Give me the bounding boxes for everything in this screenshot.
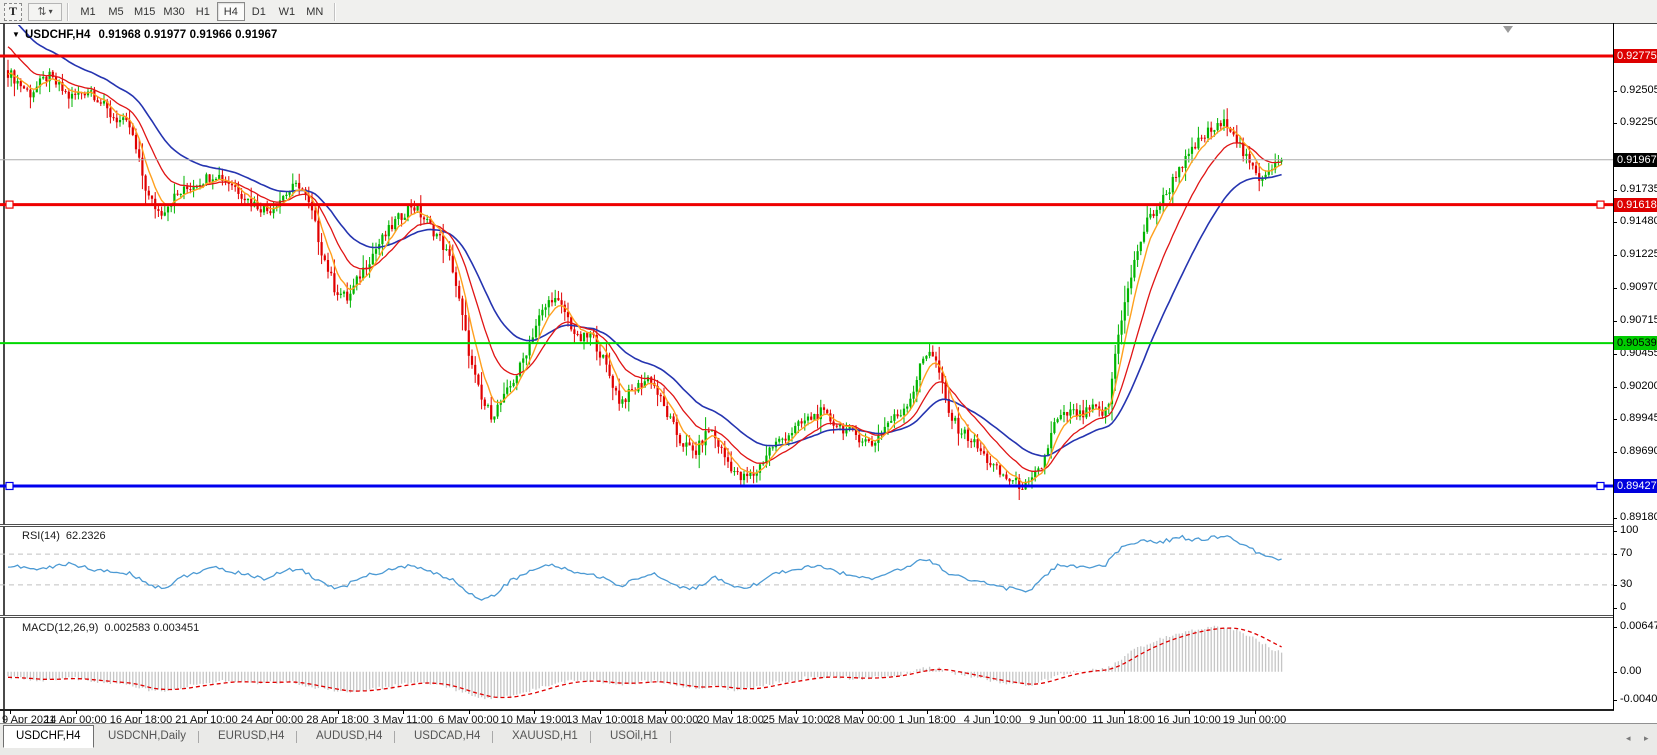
- chart-tab-xauusd-h1[interactable]: XAUUSD,H1: [500, 726, 590, 746]
- price-tick: [1613, 222, 1617, 223]
- timeframe-button-h1[interactable]: H1: [189, 2, 217, 21]
- chart-tab-audusd-h4[interactable]: AUDUSD,H4: [304, 726, 394, 746]
- level-price-badge: 0.89427: [1614, 479, 1657, 493]
- chart-window-border-top: [0, 23, 1657, 24]
- price-tick-label: 0.92505: [1620, 84, 1657, 96]
- sort-arrows-icon: ⇅: [37, 7, 46, 17]
- price-tick: [1613, 419, 1617, 420]
- macd-axis-tick: [1613, 672, 1617, 673]
- rsi-axis-label: 30: [1620, 578, 1632, 590]
- price-tick-label: 0.90970: [1620, 281, 1657, 293]
- price-tick: [1613, 255, 1617, 256]
- rsi-indicator-label: RSI(14) 62.2326: [22, 530, 106, 542]
- rsi-axis-tick: [1613, 554, 1617, 555]
- rsi-axis-tick: [1613, 531, 1617, 532]
- price-chart-canvas[interactable]: [0, 25, 1613, 524]
- level-price-badge: 0.91618: [1614, 198, 1657, 212]
- tab-separator: [590, 731, 591, 743]
- tab-scroll-left-button[interactable]: ◂: [1626, 733, 1631, 744]
- macd-indicator-label: MACD(12,26,9) 0.002583 0.003451: [22, 622, 199, 634]
- text-tool-button[interactable]: T: [4, 3, 22, 21]
- timeframe-button-w1[interactable]: W1: [273, 2, 301, 21]
- timeframe-button-m5[interactable]: M5: [102, 2, 130, 21]
- chart-tab-usdchf-h4[interactable]: USDCHF,H4: [3, 725, 94, 748]
- price-tick-label: 0.90715: [1620, 314, 1657, 326]
- price-tick-label: 0.89690: [1620, 445, 1657, 457]
- price-tick: [1613, 518, 1617, 519]
- rsi-canvas[interactable]: [0, 527, 1613, 615]
- chart-tab-usdcad-h4[interactable]: USDCAD,H4: [402, 726, 492, 746]
- tab-separator: [492, 731, 493, 743]
- chart-ohlc-values: 0.91968 0.91977 0.91966 0.91967: [98, 29, 277, 41]
- tab-separator: [198, 731, 199, 743]
- macd-axis-tick: [1613, 627, 1617, 628]
- rsi-axis-label: 0: [1620, 601, 1626, 613]
- price-tick-label: 0.92250: [1620, 116, 1657, 128]
- rsi-value: 62.2326: [66, 530, 106, 542]
- price-tick-label: 0.91480: [1620, 215, 1657, 227]
- macd-name: MACD(12,26,9): [22, 622, 98, 634]
- price-tick-label: 0.89180: [1620, 511, 1657, 523]
- macd-axis-tick: [1613, 700, 1617, 701]
- toolbar-separator: [67, 3, 69, 21]
- chart-tab-usdcnh-daily[interactable]: USDCNH,Daily: [96, 726, 198, 746]
- tab-separator: [670, 731, 671, 743]
- rsi-axis-tick: [1613, 608, 1617, 609]
- macd-canvas[interactable]: [0, 618, 1613, 709]
- macd-values: 0.002583 0.003451: [104, 622, 199, 634]
- price-tick: [1613, 452, 1617, 453]
- price-tick: [1613, 288, 1617, 289]
- chart-tab-bar: USDCHF,H4USDCNH,Daily EURUSD,H4 AUDUSD,H4 U…: [0, 723, 1657, 755]
- toolbar-separator: [334, 3, 336, 21]
- timeframe-bar: M1M5M15M30H1H4D1W1MN: [74, 2, 329, 21]
- price-tick: [1613, 91, 1617, 92]
- collapse-triangle-icon[interactable]: ▼: [12, 30, 20, 39]
- chart-tab-eurusd-h4[interactable]: EURUSD,H4: [206, 726, 296, 746]
- level-price-badge: 0.90539: [1614, 336, 1657, 350]
- chart-symbol-period: USDCHF,H4: [25, 29, 90, 41]
- rsi-axis-label: 70: [1620, 547, 1632, 559]
- macd-axis-label: 0.006477: [1620, 620, 1657, 632]
- price-tick: [1613, 387, 1617, 388]
- chart-tab-usoil-h1[interactable]: USOil,H1: [598, 726, 670, 746]
- price-tick-label: 0.90200: [1620, 380, 1657, 392]
- chevron-down-icon: ▾: [49, 7, 53, 16]
- chart-window-border-bottom: [0, 709, 1614, 711]
- bid-price-badge: 0.91967: [1614, 153, 1657, 167]
- tab-separator: [394, 731, 395, 743]
- rsi-axis-label: 100: [1620, 524, 1638, 536]
- price-tick-label: 0.89945: [1620, 412, 1657, 424]
- price-tick: [1613, 190, 1617, 191]
- timeframe-button-m30[interactable]: M30: [159, 2, 188, 21]
- macd-axis-label: -0.004073: [1620, 693, 1657, 705]
- level-price-badge: 0.92775: [1614, 49, 1657, 63]
- macd-axis-label: 0.00: [1620, 665, 1641, 677]
- timeframe-button-h4[interactable]: H4: [217, 2, 245, 21]
- timeframe-button-m1[interactable]: M1: [74, 2, 102, 21]
- timeframe-button-mn[interactable]: MN: [301, 2, 329, 21]
- price-axis-line: [1613, 23, 1614, 710]
- cursor-tools-button[interactable]: ⇅ ▾: [28, 3, 62, 21]
- toolbar: T ⇅ ▾ M1M5M15M30H1H4D1W1MN: [0, 0, 1657, 24]
- price-tick: [1613, 123, 1617, 124]
- timeframe-button-m15[interactable]: M15: [130, 2, 159, 21]
- price-tick-label: 0.91225: [1620, 248, 1657, 260]
- timeframe-button-d1[interactable]: D1: [245, 2, 273, 21]
- price-tick: [1613, 321, 1617, 322]
- price-tick: [1613, 354, 1617, 355]
- price-shift-marker-icon: [1503, 26, 1513, 33]
- chart-title: ▼ USDCHF,H4 0.91968 0.91977 0.91966 0.9196…: [12, 29, 277, 41]
- tab-scroll-right-button[interactable]: ▸: [1644, 733, 1649, 744]
- rsi-name: RSI(14): [22, 530, 60, 542]
- price-tick-label: 0.91735: [1620, 183, 1657, 195]
- tab-separator: [296, 731, 297, 743]
- rsi-axis-tick: [1613, 585, 1617, 586]
